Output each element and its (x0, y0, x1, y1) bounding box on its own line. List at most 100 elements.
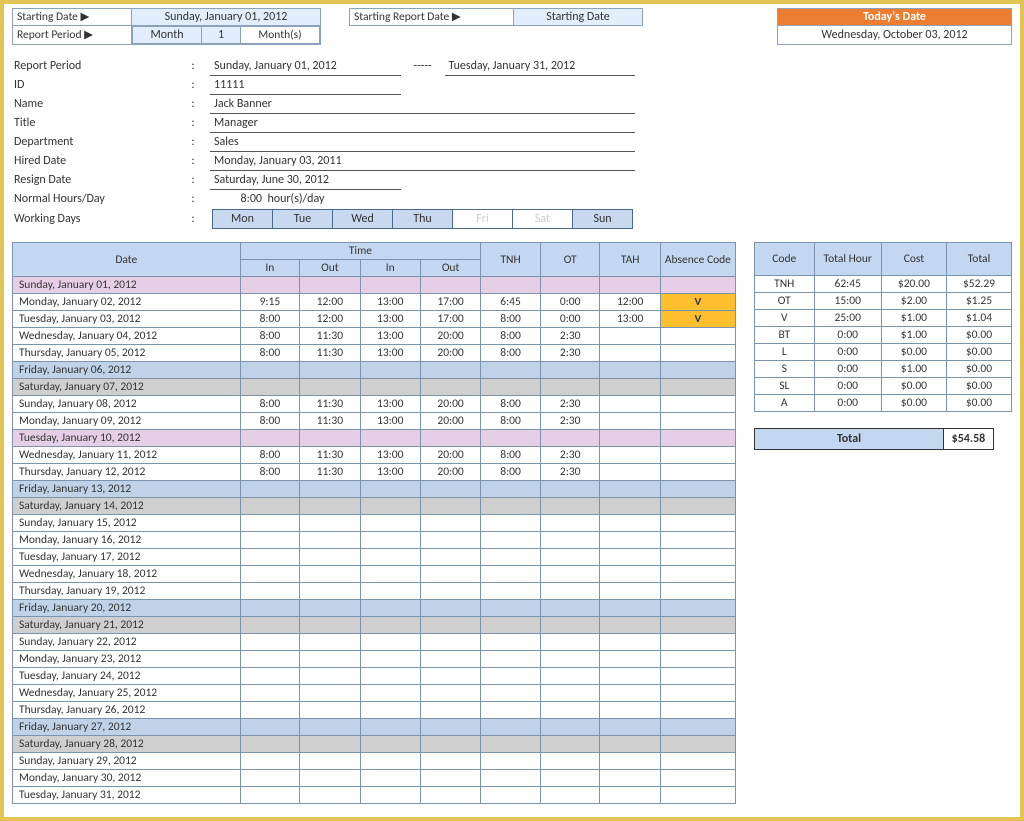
cell[interactable] (420, 702, 480, 719)
cell[interactable] (360, 566, 420, 583)
cell[interactable] (660, 464, 735, 481)
cell[interactable] (360, 379, 420, 396)
cell[interactable]: 20:00 (420, 464, 480, 481)
cell[interactable]: 8:00 (481, 413, 541, 430)
cell[interactable] (360, 549, 420, 566)
cell[interactable] (660, 770, 735, 787)
cell[interactable] (481, 668, 541, 685)
cell[interactable]: 2:30 (540, 447, 600, 464)
cell[interactable] (540, 668, 600, 685)
cell[interactable] (600, 345, 660, 362)
cell[interactable] (660, 413, 735, 430)
cell[interactable] (540, 634, 600, 651)
cell[interactable] (660, 566, 735, 583)
cell[interactable]: V (660, 311, 735, 328)
cell[interactable] (481, 549, 541, 566)
cell[interactable] (300, 702, 360, 719)
cell[interactable] (540, 481, 600, 498)
cell[interactable] (481, 770, 541, 787)
cell[interactable]: 9:15 (240, 294, 300, 311)
cell[interactable] (540, 719, 600, 736)
cell[interactable]: 12:00 (600, 294, 660, 311)
cell[interactable] (660, 617, 735, 634)
cell[interactable]: V (660, 294, 735, 311)
cell[interactable]: Sunday, January 01, 2012 (13, 277, 241, 294)
starting-date-value[interactable]: Sunday, January 01, 2012 (132, 9, 321, 26)
cell[interactable] (240, 685, 300, 702)
cell[interactable] (360, 719, 420, 736)
cell[interactable] (240, 277, 300, 294)
cell[interactable]: 17:00 (420, 294, 480, 311)
cell[interactable] (660, 736, 735, 753)
cell[interactable] (600, 566, 660, 583)
cell[interactable] (420, 481, 480, 498)
report-period-number[interactable]: 1 (202, 27, 241, 44)
report-period-unit[interactable]: Month (133, 27, 202, 44)
cell[interactable] (660, 583, 735, 600)
cell[interactable]: Tuesday, January 03, 2012 (13, 311, 241, 328)
cell[interactable] (300, 277, 360, 294)
cell[interactable] (420, 515, 480, 532)
cell[interactable] (660, 498, 735, 515)
cell[interactable]: Friday, January 20, 2012 (13, 600, 241, 617)
cell[interactable]: 2:30 (540, 345, 600, 362)
cell[interactable] (300, 430, 360, 447)
cell[interactable] (300, 753, 360, 770)
cell[interactable] (360, 362, 420, 379)
cell[interactable] (660, 379, 735, 396)
cell[interactable]: 13:00 (360, 413, 420, 430)
cell[interactable] (300, 566, 360, 583)
cell[interactable] (600, 736, 660, 753)
cell[interactable] (660, 685, 735, 702)
cell[interactable]: 8:00 (240, 447, 300, 464)
cell[interactable]: 8:00 (240, 464, 300, 481)
cell[interactable]: Tuesday, January 31, 2012 (13, 787, 241, 804)
cell[interactable]: 20:00 (420, 396, 480, 413)
cell[interactable]: Sunday, January 29, 2012 (13, 753, 241, 770)
cell[interactable] (540, 787, 600, 804)
cell[interactable]: Monday, January 30, 2012 (13, 770, 241, 787)
cell[interactable] (540, 770, 600, 787)
cell[interactable]: 8:00 (481, 345, 541, 362)
cell[interactable] (481, 566, 541, 583)
cell[interactable] (660, 719, 735, 736)
cell[interactable] (481, 685, 541, 702)
cell[interactable] (660, 328, 735, 345)
cell[interactable] (600, 532, 660, 549)
cell[interactable] (360, 498, 420, 515)
cell[interactable] (660, 345, 735, 362)
cell[interactable] (481, 702, 541, 719)
cell[interactable] (481, 583, 541, 600)
cell[interactable] (360, 277, 420, 294)
cell[interactable] (600, 770, 660, 787)
cell[interactable]: 8:00 (240, 311, 300, 328)
cell[interactable] (360, 481, 420, 498)
cell[interactable] (360, 736, 420, 753)
cell[interactable] (600, 583, 660, 600)
cell[interactable]: 13:00 (360, 447, 420, 464)
cell[interactable] (420, 379, 480, 396)
cell[interactable]: 11:30 (300, 345, 360, 362)
cell[interactable] (240, 566, 300, 583)
cell[interactable]: Tuesday, January 24, 2012 (13, 668, 241, 685)
cell[interactable]: 2:30 (540, 464, 600, 481)
cell[interactable] (540, 515, 600, 532)
cell[interactable] (660, 702, 735, 719)
cell[interactable]: Thursday, January 26, 2012 (13, 702, 241, 719)
cell[interactable] (240, 736, 300, 753)
cell[interactable] (600, 498, 660, 515)
cell[interactable]: Thursday, January 12, 2012 (13, 464, 241, 481)
cell[interactable] (540, 600, 600, 617)
cell[interactable] (300, 532, 360, 549)
cell[interactable] (420, 685, 480, 702)
cell[interactable] (660, 396, 735, 413)
cell[interactable]: 8:00 (481, 311, 541, 328)
cell[interactable] (660, 787, 735, 804)
cell[interactable] (481, 515, 541, 532)
cell[interactable] (540, 651, 600, 668)
cell[interactable] (300, 787, 360, 804)
cell[interactable] (240, 498, 300, 515)
cell[interactable]: 13:00 (360, 396, 420, 413)
cell[interactable] (420, 719, 480, 736)
cell[interactable] (600, 328, 660, 345)
